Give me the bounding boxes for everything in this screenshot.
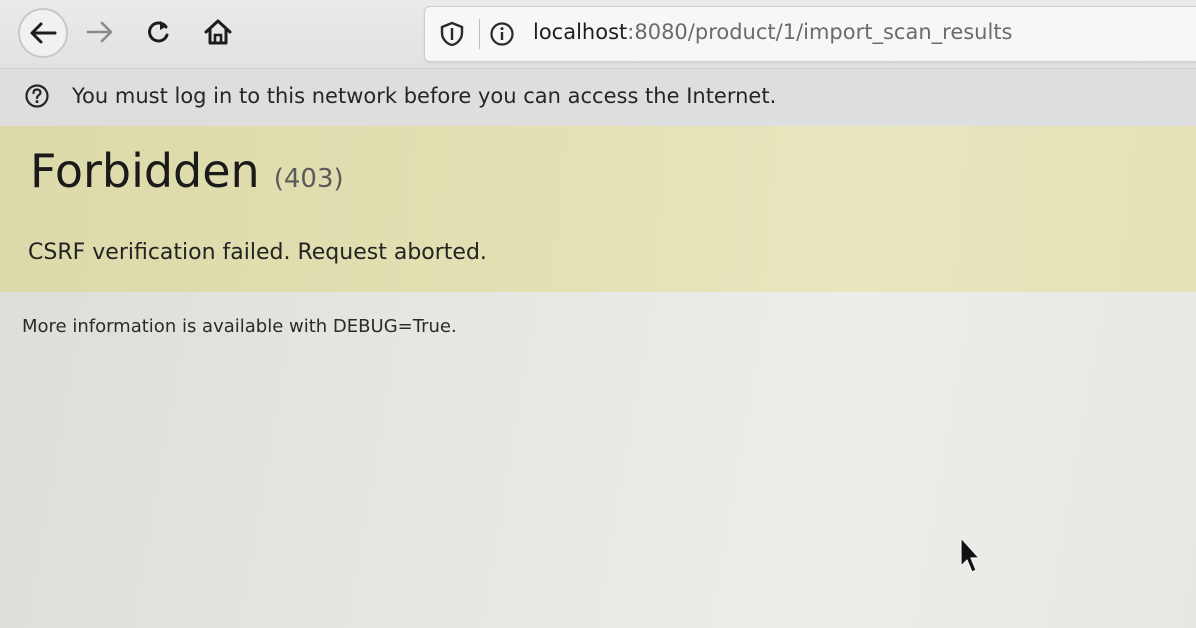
url-divider bbox=[479, 19, 480, 49]
address-bar[interactable]: localhost:8080/product/1/import_scan_res… bbox=[424, 6, 1196, 62]
debug-info-text: More information is available with DEBUG… bbox=[22, 316, 457, 337]
home-button[interactable] bbox=[196, 10, 240, 54]
captive-portal-message: You must log in to this network before y… bbox=[72, 84, 777, 108]
error-title: Forbidden bbox=[30, 144, 260, 198]
browser-toolbar: localhost:8080/product/1/import_scan_res… bbox=[0, 0, 1196, 68]
arrow-right-icon bbox=[86, 21, 113, 43]
error-message: CSRF verification failed. Request aborte… bbox=[28, 240, 487, 265]
page-title: Forbidden (403) bbox=[30, 144, 344, 198]
reload-icon bbox=[148, 21, 169, 43]
tracking-protection-shield-icon[interactable] bbox=[439, 21, 465, 47]
url-path: :8080/product/1/import_scan_results bbox=[627, 20, 1013, 44]
mouse-pointer-icon bbox=[960, 537, 980, 573]
browser-window: localhost:8080/product/1/import_scan_res… bbox=[0, 0, 1196, 628]
captive-portal-notice: You must log in to this network before y… bbox=[0, 68, 1196, 127]
reload-button[interactable] bbox=[136, 10, 180, 54]
url-host: localhost bbox=[533, 20, 628, 44]
arrow-left-icon bbox=[30, 22, 57, 44]
home-icon bbox=[204, 19, 232, 45]
site-info-icon[interactable] bbox=[489, 21, 515, 47]
back-button[interactable] bbox=[18, 8, 68, 58]
error-header: Forbidden (403) CSRF verification failed.… bbox=[0, 126, 1196, 292]
url-text[interactable]: localhost:8080/product/1/import_scan_res… bbox=[533, 20, 1013, 44]
help-circle-icon bbox=[25, 84, 49, 108]
forward-button[interactable] bbox=[78, 10, 122, 54]
error-code: (403) bbox=[273, 164, 344, 194]
